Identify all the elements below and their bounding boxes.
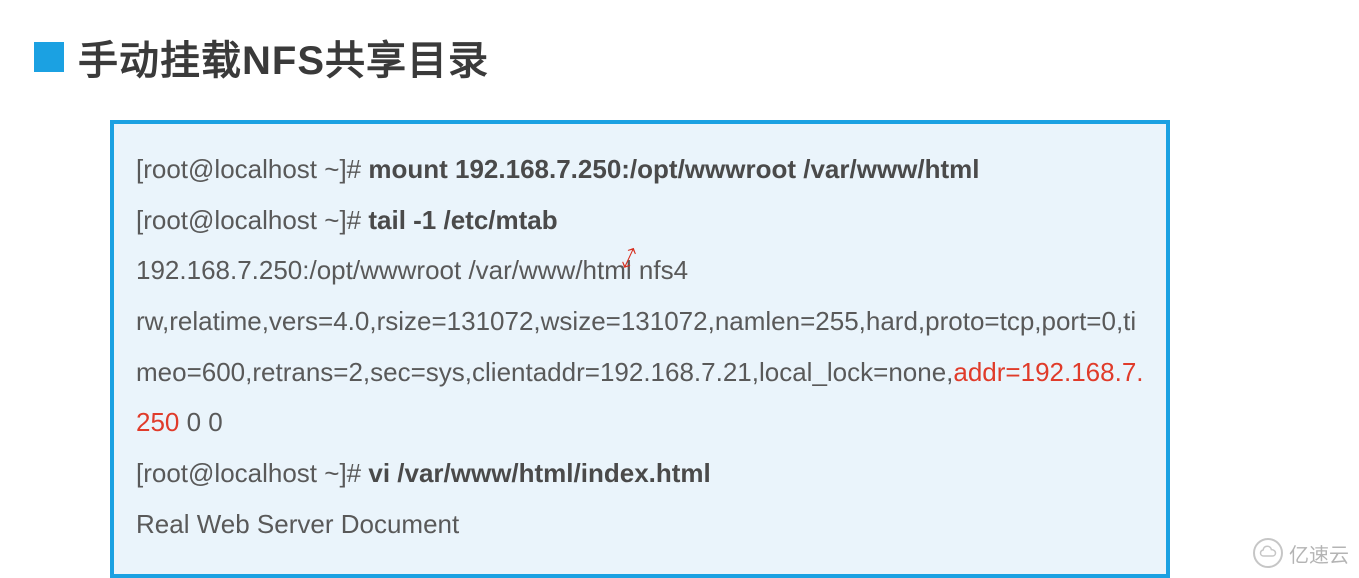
output-line: Real Web Server Document xyxy=(136,509,459,539)
command-vi: vi /var/www/html/index.html xyxy=(368,458,710,488)
prompt: [root@localhost ~]# xyxy=(136,205,368,235)
prompt: [root@localhost ~]# xyxy=(136,154,368,184)
code-block: [root@localhost ~]# mount 192.168.7.250:… xyxy=(110,120,1170,578)
bullet-square-icon xyxy=(34,42,64,72)
command-tail: tail -1 /etc/mtab xyxy=(368,205,557,235)
watermark: 亿速云 xyxy=(1253,538,1349,568)
slide-title: 手动挂载NFS共享目录 xyxy=(78,28,489,86)
watermark-logo-icon xyxy=(1253,538,1283,568)
output-line: 192.168.7.250:/opt/wwwroot /var/www/html… xyxy=(136,255,688,285)
title-row: 手动挂载NFS共享目录 xyxy=(34,28,1319,86)
prompt: [root@localhost ~]# xyxy=(136,458,368,488)
command-mount: mount 192.168.7.250:/opt/wwwroot /var/ww… xyxy=(368,154,979,184)
watermark-text: 亿速云 xyxy=(1289,539,1349,568)
slide: 手动挂载NFS共享目录 [root@localhost ~]# mount 19… xyxy=(0,0,1359,578)
output-line: 0 0 xyxy=(179,407,222,437)
